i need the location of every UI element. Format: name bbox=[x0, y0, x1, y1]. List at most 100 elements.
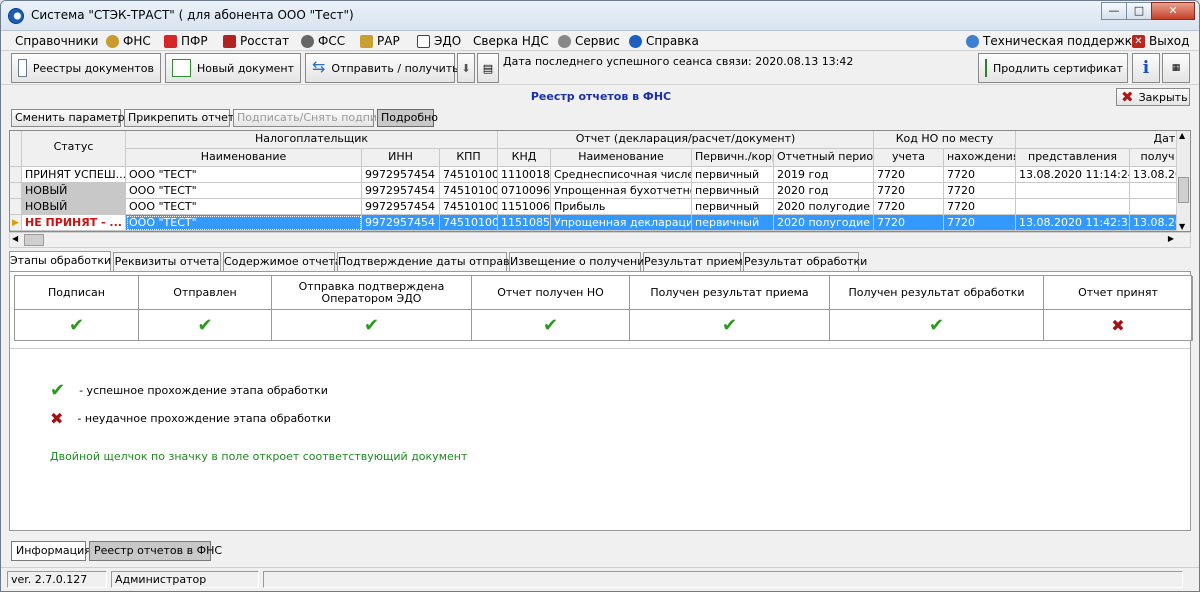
grid-cell-report[interactable]: Среднесписочная числен... bbox=[551, 167, 692, 183]
header-period[interactable]: Отчетный период bbox=[774, 149, 874, 167]
grid-cell-pred[interactable]: 13.08.2020 11:14:24 bbox=[1016, 167, 1130, 183]
close-window-icon[interactable]: ✕ bbox=[1151, 2, 1195, 20]
header-primary[interactable]: Первичн./корр. bbox=[692, 149, 774, 167]
grid-cell-period[interactable]: 2020 полугодие bbox=[774, 215, 874, 231]
info-button[interactable]: i bbox=[1132, 53, 1160, 83]
grid-cell-status[interactable]: НЕ ПРИНЯТ - ... bbox=[22, 215, 126, 231]
menu-item-edo[interactable]: ЭДО bbox=[417, 33, 461, 49]
row-indicator[interactable] bbox=[10, 167, 22, 183]
hscroll-thumb[interactable] bbox=[24, 234, 44, 246]
grid-cell-uch[interactable]: 7720 bbox=[874, 199, 944, 215]
grid-cell-kpp[interactable]: 745101001 bbox=[440, 215, 498, 231]
grid-cell-kpp[interactable]: 745101001 bbox=[440, 183, 498, 199]
grid-cell-uch[interactable]: 7720 bbox=[874, 215, 944, 231]
grid-cell-pred[interactable] bbox=[1016, 183, 1130, 199]
minimize-icon[interactable]: — bbox=[1101, 2, 1127, 20]
scroll-thumb[interactable] bbox=[1178, 177, 1189, 203]
menu-item-support[interactable]: Техническая поддержка bbox=[966, 33, 1139, 49]
row-indicator[interactable]: ▶ bbox=[10, 215, 22, 231]
header-pred[interactable]: представления bbox=[1016, 149, 1130, 167]
grid-cell-period[interactable]: 2020 год bbox=[774, 183, 874, 199]
tab-processing-stages[interactable]: Этапы обработки bbox=[9, 251, 111, 272]
stage-status-cell[interactable]: ✔ bbox=[472, 310, 630, 341]
grid-cell-report[interactable]: Упрощенная декларация bbox=[551, 215, 692, 231]
menu-item-rar[interactable]: РАР bbox=[360, 33, 400, 49]
download-arrow-button[interactable]: ⬇ bbox=[457, 53, 475, 83]
grid-vertical-scrollbar[interactable]: ▲ ▼ bbox=[1176, 131, 1190, 231]
menu-item-pfr[interactable]: ПФР bbox=[164, 33, 208, 49]
header-report-name[interactable]: Наименование bbox=[551, 149, 692, 167]
menu-item-service[interactable]: Сервис bbox=[558, 33, 620, 49]
stage-status-cell[interactable]: ✔ bbox=[272, 310, 472, 341]
new-document-button[interactable]: Новый документ bbox=[165, 53, 301, 83]
menu-item-rosstat[interactable]: Росстат bbox=[223, 33, 289, 49]
header-kpp[interactable]: КПП bbox=[440, 149, 498, 167]
grid-cell-pred[interactable] bbox=[1016, 199, 1130, 215]
grid-cell-report[interactable]: Прибыль bbox=[551, 199, 692, 215]
grid-cell-inn[interactable]: 9972957454 bbox=[362, 215, 440, 231]
change-params-button[interactable]: Сменить параметры bbox=[11, 109, 133, 127]
menu-item-help[interactable]: Справка bbox=[629, 33, 699, 49]
menu-item-fns[interactable]: ФНС bbox=[106, 33, 151, 49]
grid-cell-knd[interactable]: 0710096 bbox=[498, 183, 551, 199]
scroll-right-icon[interactable]: ▶ bbox=[1168, 234, 1174, 243]
scroll-down-icon[interactable]: ▼ bbox=[1179, 222, 1185, 231]
grid-cell-name[interactable]: ООО "ТЕСТ" bbox=[126, 183, 362, 199]
grid-cell-name[interactable]: ООО "ТЕСТ" bbox=[126, 199, 362, 215]
menu-item-vat-reconciliation[interactable]: Сверка НДС bbox=[473, 33, 549, 49]
menu-item-exit[interactable]: ✕ Выход bbox=[1132, 33, 1189, 49]
grid-cell-primary[interactable]: первичный bbox=[692, 167, 774, 183]
pdf-button[interactable]: ▦ bbox=[1162, 53, 1190, 83]
header-knd[interactable]: КНД bbox=[498, 149, 551, 167]
tab-processing-result[interactable]: Результат обработки bbox=[743, 252, 867, 271]
header-name[interactable]: Наименование bbox=[126, 149, 362, 167]
stage-status-cell[interactable]: ✔ bbox=[630, 310, 830, 341]
sign-button[interactable]: Подписать/Снять подпись bbox=[233, 109, 390, 127]
renew-certificate-button[interactable]: Продлить сертификат bbox=[978, 53, 1128, 83]
header-nah[interactable]: нахождения bbox=[944, 149, 1016, 167]
send-receive-button[interactable]: ⇆ Отправить / получить bbox=[305, 53, 459, 83]
grid-cell-nah[interactable]: 7720 bbox=[944, 215, 1016, 231]
tab-acceptance-result[interactable]: Результат приема bbox=[643, 252, 749, 271]
grid-cell-name[interactable]: ООО "ТЕСТ" bbox=[126, 167, 362, 183]
grid-cell-uch[interactable]: 7720 bbox=[874, 167, 944, 183]
attach-report-button[interactable]: Прикрепить отчет... bbox=[124, 109, 245, 127]
grid-cell-period[interactable]: 2019 год bbox=[774, 167, 874, 183]
grid-cell-status[interactable]: ПРИНЯТ УСПЕШ... bbox=[22, 167, 126, 183]
header-inn[interactable]: ИНН bbox=[362, 149, 440, 167]
stage-status-cell[interactable]: ✔ bbox=[830, 310, 1044, 341]
success-check-icon[interactable]: ✔ bbox=[197, 316, 212, 334]
tab-receipt-notice[interactable]: Извещение о получении bbox=[509, 252, 652, 271]
fail-cross-icon[interactable]: ✖ bbox=[1111, 317, 1124, 333]
menu-item-references[interactable]: Справочники bbox=[15, 33, 98, 49]
grid-cell-inn[interactable]: 9972957454 bbox=[362, 183, 440, 199]
grid-cell-nah[interactable]: 7720 bbox=[944, 183, 1016, 199]
menu-item-fss[interactable]: ФСС bbox=[301, 33, 345, 49]
grid-cell-knd[interactable]: 1110018 bbox=[498, 167, 551, 183]
row-indicator[interactable] bbox=[10, 199, 22, 215]
grid-cell-report[interactable]: Упрощенная бухотчетнос... bbox=[551, 183, 692, 199]
tab-report-content[interactable]: Содержимое отчета bbox=[223, 252, 342, 271]
header-status[interactable]: Статус bbox=[22, 131, 126, 167]
scroll-up-icon[interactable]: ▲ bbox=[1179, 131, 1185, 140]
stage-status-cell[interactable]: ✔ bbox=[15, 310, 139, 341]
grid-cell-status[interactable]: НОВЫЙ bbox=[22, 199, 126, 215]
stage-status-cell[interactable]: ✖ bbox=[1044, 310, 1193, 341]
grid-cell-nah[interactable]: 7720 bbox=[944, 167, 1016, 183]
bottom-tab-fns-registry[interactable]: Реестр отчетов в ФНС bbox=[89, 541, 222, 561]
success-check-icon[interactable]: ✔ bbox=[543, 316, 558, 334]
stage-status-cell[interactable]: ✔ bbox=[139, 310, 272, 341]
grid-cell-nah[interactable]: 7720 bbox=[944, 199, 1016, 215]
grid-cell-primary[interactable]: первичный bbox=[692, 215, 774, 231]
grid-cell-knd[interactable]: 1151085 bbox=[498, 215, 551, 231]
grid-cell-inn[interactable]: 9972957454 bbox=[362, 167, 440, 183]
grid-cell-primary[interactable]: первичный bbox=[692, 199, 774, 215]
tab-send-date-confirmation[interactable]: Подтверждение даты отправки bbox=[337, 252, 523, 271]
grid-cell-knd[interactable]: 1151006 bbox=[498, 199, 551, 215]
grid-cell-kpp[interactable]: 745101001 bbox=[440, 199, 498, 215]
success-check-icon[interactable]: ✔ bbox=[722, 316, 737, 334]
success-check-icon[interactable]: ✔ bbox=[929, 316, 944, 334]
grid-cell-status[interactable]: НОВЫЙ bbox=[22, 183, 126, 199]
grid-cell-uch[interactable]: 7720 bbox=[874, 183, 944, 199]
success-check-icon[interactable]: ✔ bbox=[364, 316, 379, 334]
